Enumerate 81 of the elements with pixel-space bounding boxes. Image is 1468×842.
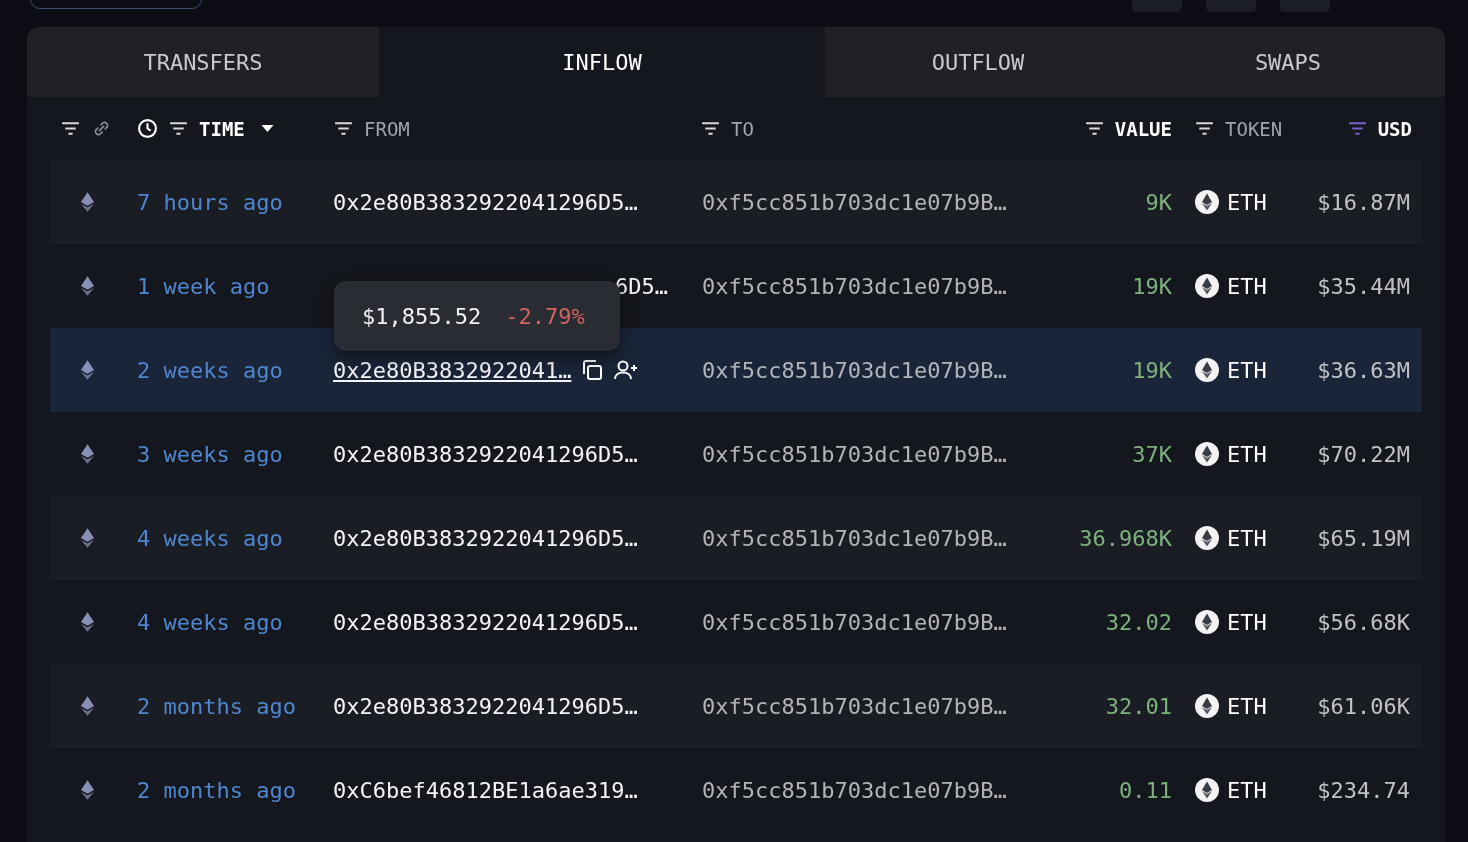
address-link[interactable]: 0x2e80B3832922041296D5… [333, 189, 638, 215]
ethereum-icon [1195, 442, 1219, 466]
column-header[interactable]: TIME [199, 117, 245, 140]
token-text: ETH [1227, 693, 1267, 719]
address-link[interactable]: 0xf5cc851b703dc1e07b9B… [702, 609, 1007, 635]
ethereum-icon [1195, 358, 1219, 382]
value-text: 9K [1145, 189, 1172, 215]
value-text: 32.02 [1105, 609, 1172, 635]
time-link[interactable]: 1 week ago [137, 273, 270, 299]
time-link[interactable]: 2 months ago [137, 777, 296, 803]
usd-text: $35.44M [1317, 273, 1410, 299]
ethereum-icon [1195, 778, 1219, 802]
address-link[interactable]: 0xf5cc851b703dc1e07b9B… [702, 525, 1007, 551]
address-link[interactable]: 0x2e80B3832922041296D5… [333, 693, 638, 719]
time-link[interactable]: 2 months ago [137, 693, 296, 719]
column-header[interactable]: TOKEN [1225, 117, 1283, 140]
tab[interactable]: OUTFLOW [825, 27, 1131, 97]
usd-text: $56.68K [1317, 609, 1410, 635]
usd-text: $70.22M [1317, 441, 1410, 467]
ethereum-icon [81, 780, 94, 800]
usd-text: $65.19M [1317, 525, 1410, 551]
ethereum-icon [81, 696, 94, 716]
token-text: ETH [1227, 777, 1267, 803]
table-row[interactable]: 2 weeks ago 0x2e80B3832922041… 0xf5cc851b703dc1e07b9B… 19K ETH $36.63M [50, 328, 1422, 412]
address-link[interactable]: 0x2e80B3832922041… [333, 357, 572, 383]
price-text: $1,855.52 [362, 303, 482, 329]
table-row[interactable]: 7 hours ago 0x2e80B3832922041296D5… 0xf5cc851b703dc1e07b9B… 9K ETH $16.87M [50, 160, 1422, 244]
address-link[interactable]: 0xf5cc851b703dc1e07b9B… [702, 693, 1007, 719]
address-link[interactable]: 0x2e80B3832922041296D5… [333, 525, 638, 551]
column-header[interactable]: FROM [364, 117, 410, 140]
ethereum-icon [1195, 526, 1219, 550]
value-text: 32.01 [1105, 693, 1172, 719]
value-text: 19K [1132, 273, 1172, 299]
usd-text: $36.63M [1317, 357, 1410, 383]
token-text: ETH [1227, 609, 1267, 635]
token-text: ETH [1227, 357, 1267, 383]
table-row[interactable]: 4 weeks ago 0x2e80B3832922041296D5… 0xf5cc851b703dc1e07b9B… 36.968K ETH $65.19M [50, 496, 1422, 580]
ethereum-icon [1195, 694, 1219, 718]
usd-text: $16.87M [1317, 189, 1410, 215]
clock-icon[interactable] [137, 118, 158, 139]
address-link[interactable]: 0x2e80B3832922041296D5… [333, 441, 638, 467]
address-link[interactable]: 0xf5cc851b703dc1e07b9B… [702, 441, 1007, 467]
usd-text: $234.74 [1317, 777, 1410, 803]
token-text: ETH [1227, 273, 1267, 299]
ethereum-icon [81, 528, 94, 548]
ethereum-icon [1195, 190, 1219, 214]
column-header[interactable]: VALUE [1114, 117, 1172, 140]
add-user-icon[interactable] [613, 358, 640, 382]
value-text: 19K [1132, 357, 1172, 383]
time-link[interactable]: 4 weeks ago [137, 525, 283, 551]
table-row[interactable]: 2 months ago 0x2e80B3832922041296D5… 0xf5cc851b703dc1e07b9B… 32.01 ETH $61.06K [50, 664, 1422, 748]
ethereum-icon [1195, 274, 1219, 298]
time-link[interactable]: 3 weeks ago [137, 441, 283, 467]
caret-icon[interactable] [260, 124, 274, 133]
time-link[interactable]: 7 hours ago [137, 189, 283, 215]
tab[interactable]: TRANSFERS [27, 27, 379, 97]
change-text: -2.79% [505, 303, 585, 329]
ethereum-icon [81, 276, 94, 296]
usd-text: $61.06K [1317, 693, 1410, 719]
ethereum-icon [81, 444, 94, 464]
address-link[interactable]: 0xf5cc851b703dc1e07b9B… [702, 357, 1007, 383]
value-text: 0.11 [1119, 777, 1172, 803]
address-link[interactable]: 0x2e80B3832922041296D5… [333, 609, 638, 635]
ethereum-icon [81, 192, 94, 212]
address-link[interactable]: 0xC6bef46812BE1a6ae319… [333, 777, 638, 803]
ethereum-icon [81, 612, 94, 632]
value-text: 36.968K [1079, 525, 1172, 551]
address-link[interactable]: 0xf5cc851b703dc1e07b9B… [702, 273, 1007, 299]
value-text: 37K [1132, 441, 1172, 467]
address-link[interactable]: 0xf5cc851b703dc1e07b9B… [702, 189, 1007, 215]
token-text: ETH [1227, 441, 1267, 467]
time-link[interactable]: 4 weeks ago [137, 609, 283, 635]
token-text: ETH [1227, 525, 1267, 551]
time-link[interactable]: 2 weeks ago [137, 357, 283, 383]
ethereum-icon [81, 360, 94, 380]
token-text: ETH [1227, 189, 1267, 215]
tab[interactable]: SWAPS [1131, 27, 1445, 97]
column-header[interactable]: USD [1377, 117, 1412, 140]
ethereum-icon [1195, 610, 1219, 634]
column-header[interactable]: TO [731, 117, 754, 140]
address-link[interactable]: 0xf5cc851b703dc1e07b9B… [702, 777, 1007, 803]
